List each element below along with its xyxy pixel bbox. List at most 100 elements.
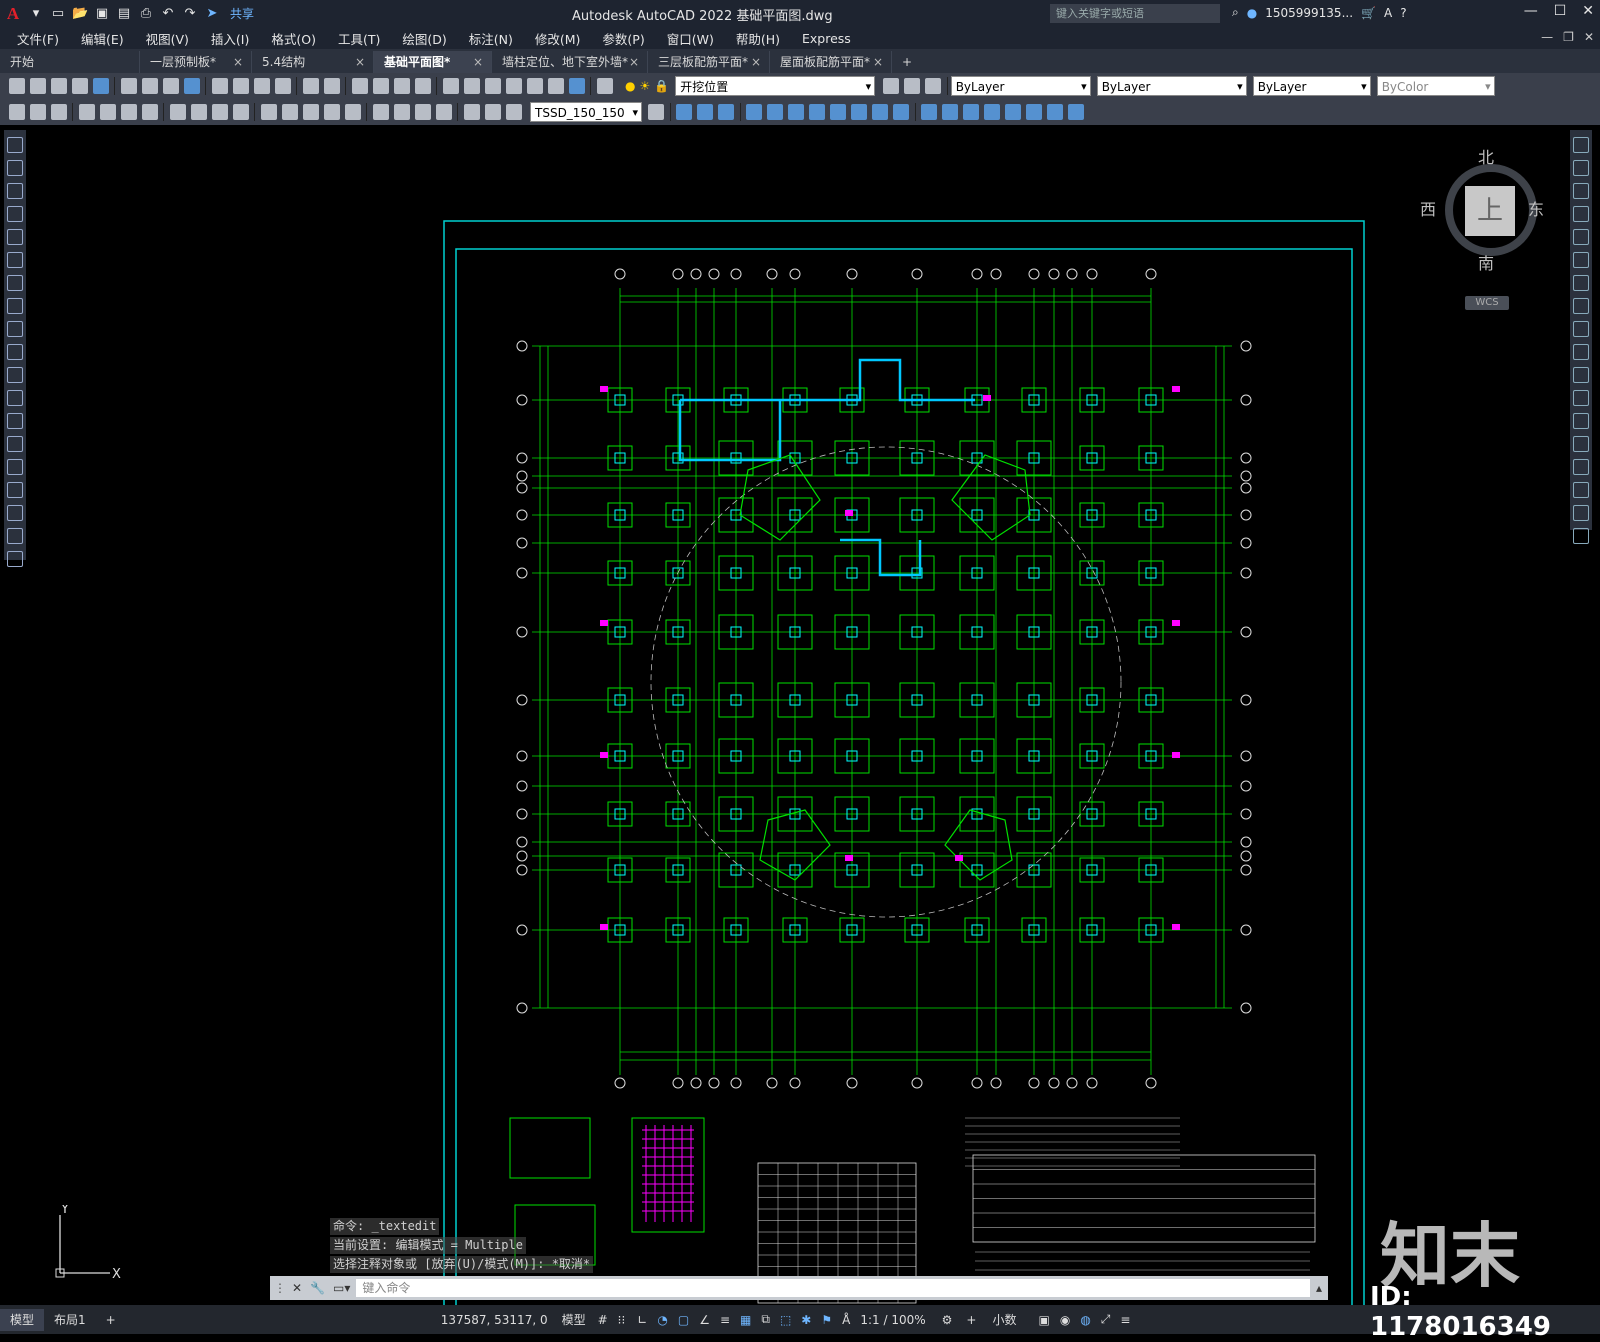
axis-bubble: [1240, 452, 1252, 464]
compass-west[interactable]: 西: [1420, 196, 1436, 220]
svg-text:Y: Y: [60, 1205, 69, 1217]
polar-icon[interactable]: ◔: [657, 1313, 667, 1327]
lineweight-icon[interactable]: ≡: [720, 1313, 730, 1327]
annotation-scale[interactable]: 1:1 / 100%: [860, 1313, 925, 1327]
clean-screen-icon[interactable]: ⤢: [1101, 1312, 1111, 1327]
annotation-marker: [1172, 924, 1180, 930]
axis-bubble: [766, 268, 778, 280]
axis-bubble: [1028, 268, 1040, 280]
axis-bubble: [730, 1077, 742, 1089]
axis-bubble: [708, 1077, 720, 1089]
axis-bubble: [1145, 268, 1157, 280]
hardware-accel-icon[interactable]: ◍: [1080, 1313, 1090, 1327]
ucs-icon: Y X: [55, 1205, 121, 1282]
wcs-menu[interactable]: WCS: [1465, 296, 1509, 310]
axis-bubble: [1066, 268, 1078, 280]
axis-bubble: [1145, 1077, 1157, 1089]
axis-bubble: [672, 1077, 684, 1089]
axis-bubble: [1240, 864, 1252, 876]
command-history-line: 命令: _textedit: [330, 1218, 440, 1235]
axis-bubble: [516, 836, 528, 848]
model-layout-tab[interactable]: 模型: [0, 1308, 45, 1331]
osnap-icon[interactable]: ▢: [678, 1313, 689, 1327]
axis-bubble: [911, 1077, 923, 1089]
axis-bubble: [846, 1077, 858, 1089]
annotation-marker: [1172, 386, 1180, 392]
axis-bubble: [1048, 1077, 1060, 1089]
axis-bubble: [614, 268, 626, 280]
axis-bubble: [789, 1077, 801, 1089]
command-prompt-icon[interactable]: ▭▾: [333, 1281, 350, 1295]
3d-osnap-icon[interactable]: ⬚: [780, 1313, 791, 1327]
plus-icon[interactable]: +: [966, 1313, 976, 1327]
axis-bubble: [1240, 924, 1252, 936]
compass-north[interactable]: 北: [1478, 144, 1494, 168]
close-icon[interactable]: ✕: [292, 1281, 302, 1295]
customize-icon[interactable]: 🔧: [310, 1281, 325, 1295]
compass-east[interactable]: 东: [1528, 196, 1544, 220]
grip-icon[interactable]: ⋮: [274, 1281, 286, 1295]
units-display[interactable]: 小数: [992, 1311, 1016, 1328]
command-input[interactable]: 键入命令: [356, 1279, 1310, 1297]
grid-icon[interactable]: #: [598, 1313, 608, 1327]
compass-south[interactable]: 南: [1478, 250, 1494, 274]
transparency-icon[interactable]: ▦: [740, 1313, 751, 1327]
dynamic-ucs-icon[interactable]: ✱: [801, 1313, 811, 1327]
axis-bubble: [766, 1077, 778, 1089]
add-layout-button[interactable]: +: [96, 1309, 126, 1331]
quick-properties-icon[interactable]: ▣: [1038, 1313, 1049, 1327]
axis-bubble: [1028, 1077, 1040, 1089]
annotation-marker: [600, 924, 608, 930]
command-history-line: 当前设置: 编辑模式 = Multiple: [330, 1237, 526, 1254]
annotation-marker: [955, 855, 963, 861]
axis-bubble: [516, 780, 528, 792]
annotation-visibility-icon[interactable]: ⚑: [821, 1313, 832, 1327]
ortho-icon[interactable]: ∟: [637, 1313, 647, 1327]
model-space-toggle[interactable]: 模型: [562, 1311, 586, 1328]
drawing-canvas[interactable]: [0, 0, 1600, 1334]
axis-bubble: [1048, 268, 1060, 280]
layout1-tab[interactable]: 布局1: [44, 1309, 96, 1331]
axis-bubble: [516, 1002, 528, 1014]
drawing-outer-frame: [443, 220, 1365, 1312]
axis-bubble: [1086, 1077, 1098, 1089]
axis-bubble: [1240, 567, 1252, 579]
axis-bubble: [1240, 694, 1252, 706]
snap-icon[interactable]: ⁝⁝: [618, 1313, 626, 1327]
axis-bubble: [516, 567, 528, 579]
axis-bubble: [614, 1077, 626, 1089]
axis-bubble: [1240, 626, 1252, 638]
isolate-icon[interactable]: ◉: [1060, 1313, 1070, 1327]
coordinates[interactable]: 137587, 53117, 0: [441, 1313, 548, 1327]
axis-bubble: [516, 750, 528, 762]
axis-bubble: [516, 470, 528, 482]
scroll-up-icon[interactable]: ▴: [1316, 1281, 1322, 1295]
axis-bubble: [1066, 1077, 1078, 1089]
axis-bubble: [1240, 470, 1252, 482]
annotation-marker: [600, 620, 608, 626]
axis-bubble: [1240, 850, 1252, 862]
axis-bubble: [730, 268, 742, 280]
workspace-gear-icon[interactable]: ⚙: [942, 1313, 953, 1327]
command-history-line: 选择注释对象或 [放弃(U)/模式(M)]: *取消*: [330, 1256, 594, 1273]
annotation-marker: [1172, 752, 1180, 758]
axis-bubble: [1240, 482, 1252, 494]
axis-bubble: [990, 268, 1002, 280]
axis-bubble: [516, 924, 528, 936]
viewcube-top-face[interactable]: 上: [1465, 186, 1515, 236]
axis-bubble: [971, 268, 983, 280]
customization-icon[interactable]: ≡: [1120, 1313, 1130, 1327]
axis-bubble: [708, 268, 720, 280]
viewcube[interactable]: 上 北 南 东 西: [1420, 148, 1545, 273]
axis-bubble: [690, 1077, 702, 1089]
axis-bubble: [1240, 808, 1252, 820]
axis-bubble: [516, 626, 528, 638]
annotation-scale-icon[interactable]: Å: [842, 1313, 850, 1327]
annotation-marker: [1172, 620, 1180, 626]
axis-bubble: [516, 394, 528, 406]
axis-bubble: [516, 452, 528, 464]
axis-bubble: [971, 1077, 983, 1089]
otrack-icon[interactable]: ∠: [699, 1313, 710, 1327]
selection-cycling-icon[interactable]: ⧉: [761, 1312, 770, 1327]
axis-bubble: [1240, 1002, 1252, 1014]
